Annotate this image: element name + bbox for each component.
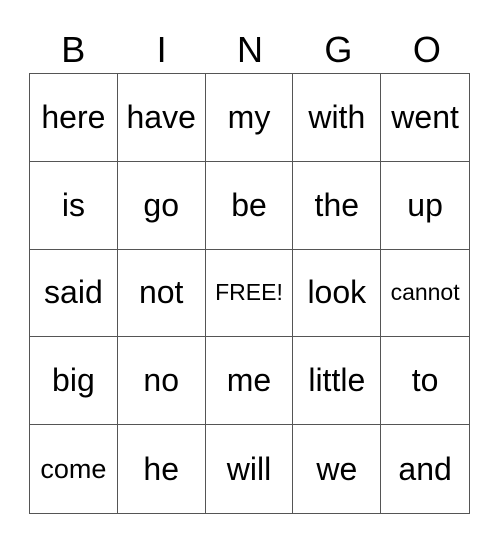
bingo-cell[interactable]: he <box>118 425 206 513</box>
bingo-cell[interactable]: have <box>117 74 206 162</box>
free-space-cell[interactable]: FREE! <box>205 249 294 338</box>
bingo-cell[interactable]: no <box>117 337 206 426</box>
bingo-cell[interactable]: go <box>117 161 206 250</box>
bingo-cell[interactable]: will <box>206 425 294 513</box>
bingo-cell[interactable]: went <box>381 74 469 162</box>
bingo-cell[interactable]: look <box>293 249 382 338</box>
bingo-cell[interactable]: we <box>293 425 382 513</box>
bingo-cell[interactable]: the <box>293 161 382 250</box>
bingo-cell[interactable]: not <box>117 249 206 338</box>
bingo-cell[interactable]: and <box>381 425 469 513</box>
header-letter: B <box>61 29 86 70</box>
bingo-cell[interactable]: me <box>205 337 294 426</box>
bingo-cell[interactable]: to <box>381 337 469 426</box>
header-letter: N <box>237 29 264 70</box>
header-letter: I <box>156 29 167 70</box>
bingo-cell[interactable]: big <box>30 337 118 426</box>
bingo-cell[interactable]: come <box>30 425 118 513</box>
bingo-cell[interactable]: is <box>30 161 118 250</box>
header-letter: G <box>324 29 353 70</box>
bingo-cell[interactable]: little <box>293 337 382 426</box>
bingo-cell[interactable]: be <box>205 161 294 250</box>
bingo-cell[interactable]: my <box>205 74 294 162</box>
bingo-cell[interactable]: here <box>30 74 118 162</box>
header-letter: O <box>412 29 441 70</box>
bingo-grid: here have my with went is go be the up s… <box>29 73 470 514</box>
bingo-cell[interactable]: cannot <box>381 250 469 338</box>
bingo-header: B I N G O <box>29 28 471 72</box>
bingo-cell[interactable]: with <box>293 74 382 162</box>
bingo-cell[interactable]: up <box>381 162 469 250</box>
bingo-cell[interactable]: said <box>30 249 118 338</box>
